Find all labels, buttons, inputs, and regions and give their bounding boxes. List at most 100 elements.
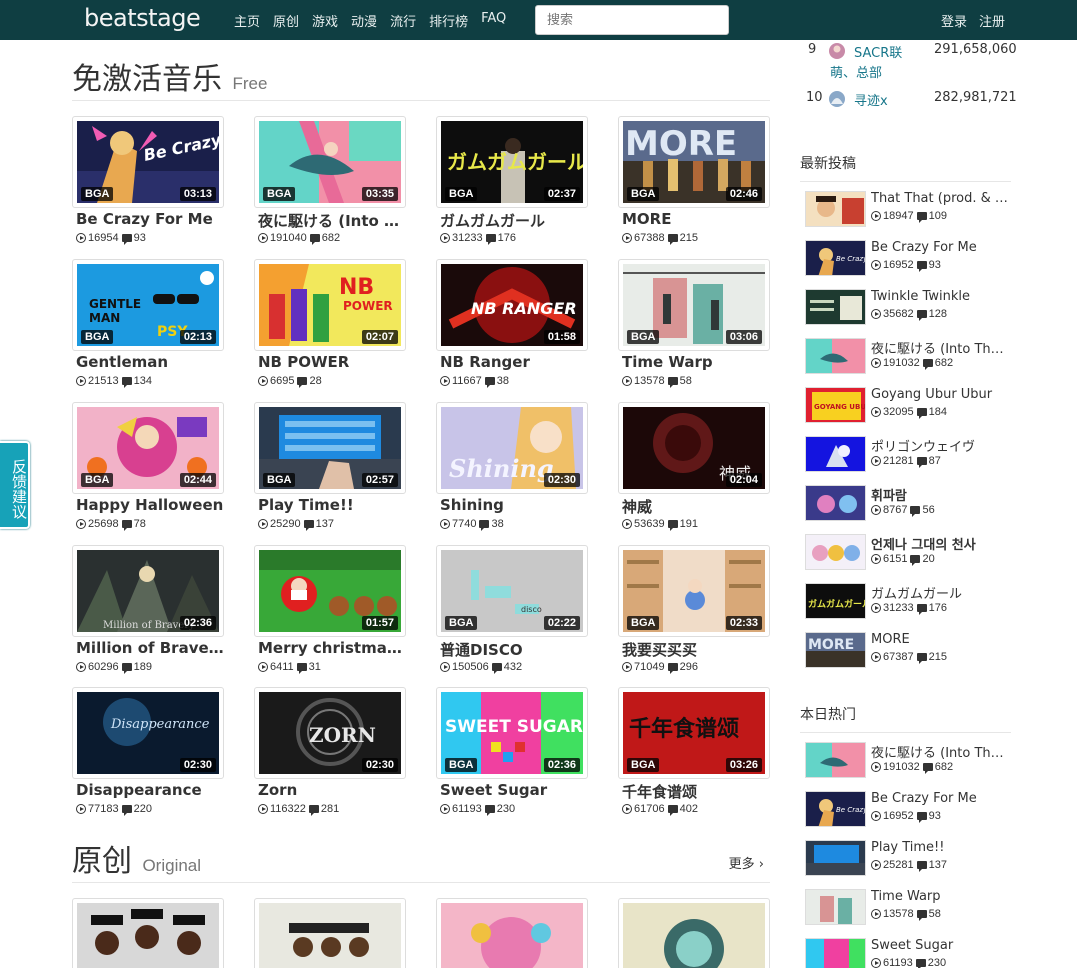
nav-faq[interactable]: FAQ [481, 11, 506, 30]
song-title[interactable]: 神威 [622, 496, 770, 517]
song-title[interactable]: 千年食谱颂 [622, 781, 770, 802]
song-thumbnail[interactable]: NB RANGER 01:58 [436, 259, 588, 351]
song-thumbnail[interactable]: BGA 02:33 [618, 545, 770, 637]
latest-item-thumbnail[interactable] [805, 338, 866, 374]
song-title[interactable]: Merry christmas I … [258, 639, 406, 657]
song-title[interactable]: ガムガムガール [440, 210, 588, 231]
song-title[interactable]: Disappearance [76, 781, 224, 799]
latest-item-thumbnail[interactable]: GOYANG UBUR UBUR [805, 387, 866, 423]
hot-item-thumbnail[interactable] [805, 938, 866, 968]
latest-item-title[interactable]: Be Crazy For Me [871, 240, 1011, 255]
latest-item-title[interactable]: 夜に駆ける (Into The… [871, 338, 1011, 357]
song-title[interactable]: Happy Halloween [76, 496, 224, 514]
latest-item[interactable]: 夜に駆ける (Into The… 191032 682 [805, 338, 1011, 376]
more-original-link[interactable]: 更多 › [729, 853, 764, 872]
song-thumbnail[interactable]: ガムガムガール BGA 02:37 [436, 116, 588, 208]
song-title[interactable]: 我要买买买 [622, 639, 770, 660]
latest-item-title[interactable]: 언제나 그대의 천사 [871, 534, 1011, 553]
hot-item-title[interactable]: 夜に駆ける (Into The… [871, 742, 1011, 761]
song-title[interactable]: Time Warp [622, 353, 770, 371]
hot-item-thumbnail[interactable] [805, 840, 866, 876]
song-thumbnail[interactable]: 01:57 [254, 545, 406, 637]
hot-item-thumbnail[interactable]: Be Crazy For Me [805, 791, 866, 827]
latest-item[interactable]: ガムガムガール ガムガムガール 31233 176 [805, 583, 1011, 621]
song-thumbnail[interactable]: BGA 03:06 [618, 259, 770, 351]
song-thumbnail[interactable]: 神威 02:04 [618, 402, 770, 494]
nav-home[interactable]: 主页 [234, 11, 260, 30]
hot-item-title[interactable]: Time Warp [871, 889, 1011, 904]
hot-item[interactable]: Sweet Sugar 61193 230 [805, 938, 1011, 968]
song-thumbnail[interactable]: ZORN 02:30 [254, 687, 406, 779]
user-avatar[interactable] [828, 90, 846, 108]
latest-item[interactable]: MORE MORE 67387 215 [805, 632, 1011, 670]
latest-item-thumbnail[interactable]: MORE [805, 632, 866, 668]
song-thumbnail[interactable]: Shining 02:30 [436, 402, 588, 494]
hot-item-thumbnail[interactable] [805, 742, 866, 778]
register-link[interactable]: 注册 [979, 11, 1005, 30]
hot-item[interactable]: Be Crazy For Me Be Crazy For Me 1695293 [805, 791, 1011, 829]
song-thumbnail[interactable]: Be Crazy For Me BGA 03:13 [72, 116, 224, 208]
song-thumbnail[interactable]: BGA 02:57 [254, 402, 406, 494]
song-thumbnail[interactable]: NB POWER 02:07 [254, 259, 406, 351]
latest-item-thumbnail[interactable] [805, 534, 866, 570]
song-thumbnail[interactable]: BGA 03:35 [254, 116, 406, 208]
latest-item[interactable]: 휘파람 8767 56 [805, 485, 1011, 523]
song-thumbnail[interactable] [436, 898, 588, 968]
song-thumbnail[interactable] [254, 898, 406, 968]
rank-username[interactable]: SACR联 [854, 42, 902, 61]
song-thumbnail[interactable]: 千年食谱颂 BGA 03:26 [618, 687, 770, 779]
latest-item-title[interactable]: MORE [871, 632, 1011, 647]
latest-item[interactable]: 언제나 그대의 천사 6151 20 [805, 534, 1011, 572]
nav-pop[interactable]: 流行 [390, 11, 416, 30]
latest-item-thumbnail[interactable] [805, 289, 866, 325]
song-thumbnail[interactable]: GENTLE MAN PSY BGA 02:13 [72, 259, 224, 351]
song-thumbnail[interactable] [618, 898, 770, 968]
latest-item-thumbnail[interactable] [805, 436, 866, 472]
latest-item[interactable]: ポリゴンウェイヴ 21281 87 [805, 436, 1011, 474]
song-thumbnail[interactable]: Disappearance 02:30 [72, 687, 224, 779]
nav-ranking[interactable]: 排行榜 [429, 11, 468, 30]
login-link[interactable]: 登录 [941, 11, 967, 30]
latest-item-title[interactable]: That That (prod. & fe… [871, 191, 1011, 206]
user-avatar[interactable] [828, 42, 846, 60]
song-title[interactable]: Shining [440, 496, 588, 514]
latest-item-thumbnail[interactable] [805, 191, 866, 227]
nav-original[interactable]: 原创 [273, 11, 299, 30]
hot-item-title[interactable]: Sweet Sugar [871, 938, 1011, 953]
song-title[interactable]: Be Crazy For Me [76, 210, 224, 228]
song-thumbnail[interactable]: disco BGA 02:22 [436, 545, 588, 637]
site-logo[interactable]: beatstage [84, 4, 201, 32]
song-title[interactable]: 普通DISCO [440, 639, 588, 660]
nav-anime[interactable]: 动漫 [351, 11, 377, 30]
latest-item-title[interactable]: 휘파람 [871, 485, 1011, 504]
latest-item-thumbnail[interactable]: ガムガムガール [805, 583, 866, 619]
hot-item[interactable]: Time Warp 13578 58 [805, 889, 1011, 927]
song-thumbnail[interactable]: BGA 02:44 [72, 402, 224, 494]
hot-item[interactable]: Play Time!! 25281 137 [805, 840, 1011, 878]
hot-item[interactable]: 夜に駆ける (Into The… 191032 682 [805, 742, 1011, 780]
feedback-tab[interactable]: 反馈建议 [0, 441, 30, 529]
song-title[interactable]: Sweet Sugar [440, 781, 588, 799]
song-title[interactable]: Zorn [258, 781, 406, 799]
latest-item-thumbnail[interactable] [805, 485, 866, 521]
song-thumbnail[interactable] [72, 898, 224, 968]
song-thumbnail[interactable]: Million of Bravery 02:36 [72, 545, 224, 637]
latest-item[interactable]: GOYANG UBUR UBUR Goyang Ubur Ubur 320951… [805, 387, 1011, 425]
song-title[interactable]: Play Time!! [258, 496, 406, 514]
song-title[interactable]: Gentleman [76, 353, 224, 371]
song-title[interactable]: 夜に駆ける (Into T… [258, 210, 406, 231]
latest-item-title[interactable]: ガムガムガール [871, 583, 1011, 602]
latest-item[interactable]: Be Crazy For Me Be Crazy For Me 1695293 [805, 240, 1011, 278]
latest-item-title[interactable]: Twinkle Twinkle [871, 289, 1011, 304]
song-title[interactable]: Million of Bravery [76, 639, 224, 657]
hot-item-title[interactable]: Be Crazy For Me [871, 791, 1011, 806]
hot-item-title[interactable]: Play Time!! [871, 840, 1011, 855]
song-title[interactable]: NB Ranger [440, 353, 588, 371]
latest-item-title[interactable]: ポリゴンウェイヴ [871, 436, 1011, 455]
latest-item[interactable]: Twinkle Twinkle 35682 128 [805, 289, 1011, 327]
latest-item[interactable]: That That (prod. & fe… 18947 109 [805, 191, 1011, 229]
latest-item-thumbnail[interactable]: Be Crazy For Me [805, 240, 866, 276]
rank-username-line2[interactable]: 萌、总部 [830, 62, 882, 81]
hot-item-thumbnail[interactable] [805, 889, 866, 925]
song-thumbnail[interactable]: SWEET SUGAR BGA 02:36 [436, 687, 588, 779]
